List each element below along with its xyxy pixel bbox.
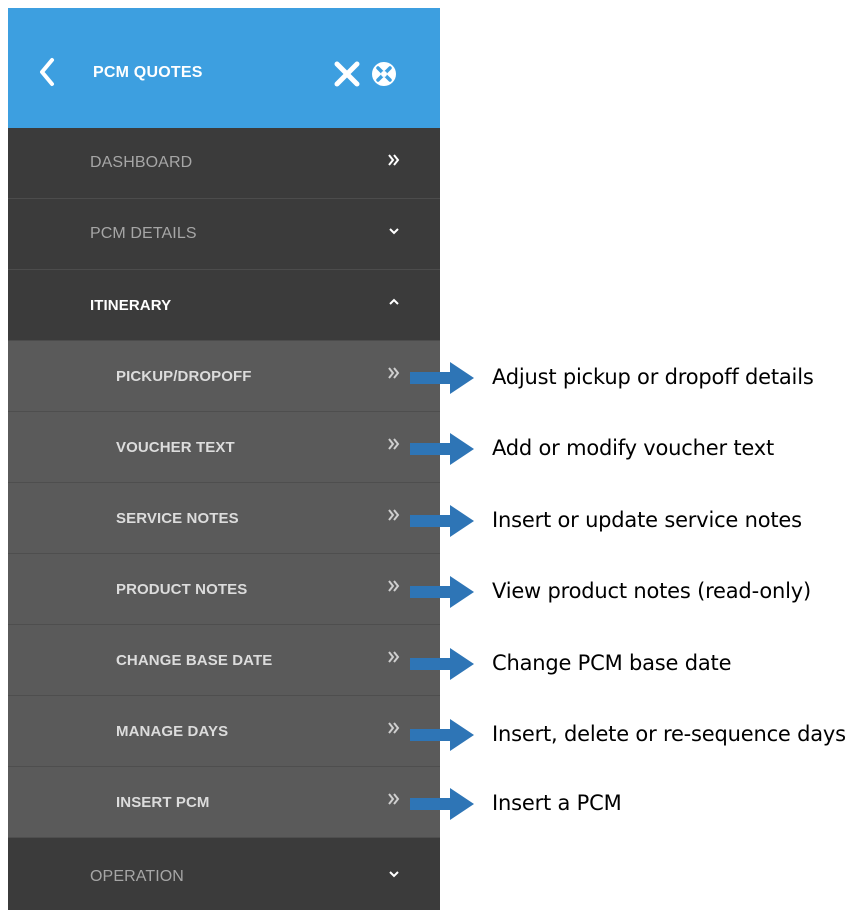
double-chevron-right-icon (388, 509, 400, 521)
back-button[interactable] (36, 56, 60, 88)
close-button[interactable] (333, 60, 361, 88)
sub-nav-item-label: CHANGE BASE DATE (116, 652, 273, 669)
sub-nav-item-label: MANAGE DAYS (116, 723, 229, 740)
arrow-right-icon (410, 648, 474, 680)
annotation-text: Adjust pickup or dropoff details (492, 365, 814, 389)
annotation-text: Insert or update service notes (492, 508, 802, 532)
annotation-text: Change PCM base date (492, 651, 732, 675)
nav-item-dashboard[interactable]: DASHBOARD (8, 128, 440, 199)
nav-item-label: ITINERARY (90, 297, 172, 314)
sub-nav-item-label: SERVICE NOTES (116, 510, 239, 527)
annotation-callout: Insert a PCM (410, 786, 860, 822)
sub-nav-item-change-base-date[interactable]: CHANGE BASE DATE (8, 625, 440, 696)
annotation-callout: Change PCM base date (410, 646, 860, 682)
sub-nav-item-pickup-dropoff[interactable]: PICKUP/DROPOFF (8, 341, 440, 412)
close-icon (334, 61, 360, 87)
double-chevron-right-icon (388, 722, 400, 734)
tools-icon (372, 62, 396, 86)
nav-item-label: PCM DETAILS (90, 225, 197, 242)
sub-nav-item-product-notes[interactable]: PRODUCT NOTES (8, 554, 440, 625)
annotation-text: Add or modify voucher text (492, 436, 775, 460)
double-chevron-right-icon (388, 793, 400, 805)
stage: PCM QUOTES DASHBOARD PCM DETAILS ITINERA… (0, 0, 860, 910)
sub-nav-item-label: PICKUP/DROPOFF (116, 368, 252, 385)
tools-button[interactable] (370, 60, 398, 88)
annotation-callout: Insert, delete or re-sequence days (410, 717, 860, 753)
sub-nav-item-label: VOUCHER TEXT (116, 439, 235, 456)
annotation-text: View product notes (read-only) (492, 579, 811, 603)
menu-title: PCM QUOTES (93, 64, 203, 81)
annotation-callout: Add or modify voucher text (410, 431, 860, 467)
sub-nav-item-label: INSERT PCM (116, 794, 210, 811)
double-chevron-right-icon (388, 580, 400, 592)
chevron-down-icon (389, 871, 399, 878)
arrow-right-icon (410, 719, 474, 751)
chevron-left-icon (40, 58, 54, 86)
sub-nav-item-insert-pcm[interactable]: INSERT PCM (8, 767, 440, 838)
annotation-callout: Adjust pickup or dropoff details (410, 360, 860, 396)
sub-nav-item-manage-days[interactable]: MANAGE DAYS (8, 696, 440, 767)
annotation-callout: View product notes (read-only) (410, 574, 860, 610)
double-chevron-right-icon (388, 154, 400, 166)
nav-item-label: OPERATION (90, 868, 184, 885)
nav-item-pcm-details[interactable]: PCM DETAILS (8, 199, 440, 270)
double-chevron-right-icon (388, 438, 400, 450)
arrow-right-icon (410, 362, 474, 394)
annotation-callout: Insert or update service notes (410, 503, 860, 539)
arrow-right-icon (410, 576, 474, 608)
double-chevron-right-icon (388, 367, 400, 379)
sub-nav-item-label: PRODUCT NOTES (116, 581, 248, 598)
nav-item-operation[interactable]: OPERATION (8, 842, 440, 910)
nav-item-itinerary[interactable]: ITINERARY (8, 270, 440, 341)
arrow-right-icon (410, 433, 474, 465)
chevron-up-icon (389, 298, 399, 305)
arrow-right-icon (410, 788, 474, 820)
nav-item-label: DASHBOARD (90, 154, 193, 171)
sub-nav-item-voucher-text[interactable]: VOUCHER TEXT (8, 412, 440, 483)
double-chevron-right-icon (388, 651, 400, 663)
annotation-text: Insert a PCM (492, 791, 622, 815)
annotation-text: Insert, delete or re-sequence days (492, 722, 846, 746)
sub-nav-item-service-notes[interactable]: SERVICE NOTES (8, 483, 440, 554)
menu-header: PCM QUOTES (8, 8, 440, 128)
side-menu: PCM QUOTES DASHBOARD PCM DETAILS ITINERA… (8, 8, 440, 910)
arrow-right-icon (410, 505, 474, 537)
chevron-down-icon (389, 228, 399, 235)
